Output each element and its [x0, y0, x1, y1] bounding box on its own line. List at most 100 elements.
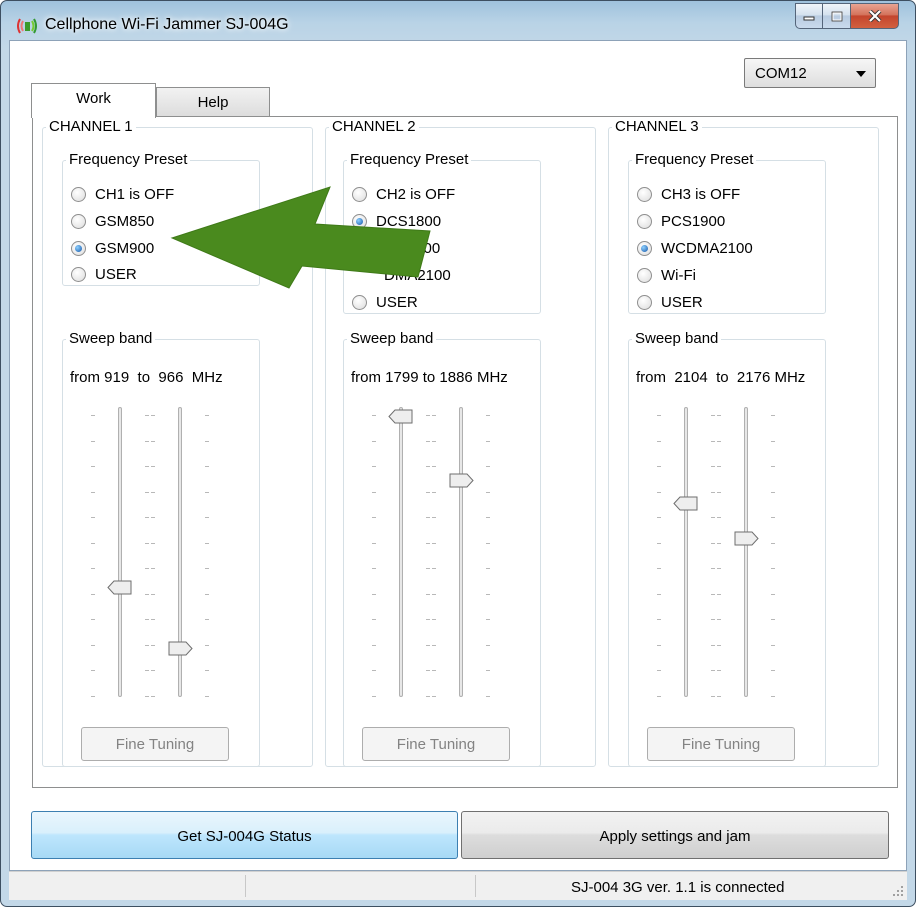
- slider-tick: [711, 695, 715, 697]
- high-freq-slider-thumb[interactable]: [167, 641, 193, 656]
- from-label: from: [351, 369, 381, 386]
- slider-tick: [711, 619, 715, 620]
- channel-1-range: from 919 to 966 MHz: [70, 369, 223, 386]
- slider-tick: [205, 466, 209, 467]
- maximize-button[interactable]: [823, 3, 851, 29]
- high-freq-slider-track[interactable]: [459, 407, 463, 697]
- slider-tick: [91, 670, 95, 671]
- slider-tick: [372, 440, 376, 442]
- slider-tick: [486, 644, 490, 646]
- slider-tick: [771, 695, 775, 697]
- slider-tick: [711, 491, 715, 493]
- window-controls: [795, 3, 899, 33]
- low-freq-slider-track[interactable]: [399, 407, 403, 697]
- slider-tick: [771, 466, 775, 467]
- slider-tick: [711, 670, 715, 671]
- low-freq-slider-thumb[interactable]: [673, 496, 699, 511]
- slider-tick: [151, 491, 155, 493]
- slider-tick: [426, 517, 430, 518]
- slider-tick: [717, 670, 721, 671]
- high-freq-slider-thumb[interactable]: [733, 531, 759, 546]
- slider-tick: [372, 670, 376, 671]
- slider-tick: [486, 542, 490, 544]
- channel-1-from-value: 919: [104, 369, 130, 386]
- channel-3-fine-tuning-button[interactable]: Fine Tuning: [647, 727, 795, 761]
- slider-tick: [426, 695, 430, 697]
- slider-tick: [432, 644, 436, 646]
- slider-tick: [145, 619, 149, 620]
- slider-tick: [717, 415, 721, 416]
- get-status-button[interactable]: Get SJ-004G Status: [31, 811, 458, 859]
- slider-tick: [657, 568, 661, 569]
- slider-tick: [91, 440, 95, 442]
- slider-tick: [486, 619, 490, 620]
- slider-tick: [151, 619, 155, 620]
- slider-tick: [91, 542, 95, 544]
- low-freq-slider-thumb[interactable]: [388, 409, 414, 424]
- slider-tick: [432, 440, 436, 442]
- low-freq-slider-thumb[interactable]: [107, 580, 133, 595]
- slider-tick: [372, 466, 376, 467]
- slider-tick: [205, 670, 209, 671]
- minimize-button[interactable]: [795, 3, 823, 29]
- slider-tick: [717, 644, 721, 646]
- channel-1-fine-tuning-button[interactable]: Fine Tuning: [81, 727, 229, 761]
- slider-tick: [145, 670, 149, 671]
- slider-tick: [205, 542, 209, 544]
- slider-tick: [151, 593, 155, 595]
- slider-tick: [486, 491, 490, 493]
- low-freq-slider-track[interactable]: [118, 407, 122, 697]
- slider-tick: [91, 568, 95, 569]
- green-arrow-annotation: [170, 186, 431, 289]
- slider-tick: [711, 466, 715, 467]
- slider-tick: [657, 440, 661, 442]
- low-freq-slider-track[interactable]: [684, 407, 688, 697]
- close-button[interactable]: [851, 3, 899, 29]
- to-label: to: [716, 369, 729, 386]
- channel-1-sweep-group: Sweep band from 919 to 966 MHz Fine Tuni…: [62, 331, 260, 767]
- slider-tick: [91, 491, 95, 493]
- slider-tick: [151, 542, 155, 544]
- slider-tick: [717, 491, 721, 493]
- channel-3-range: from 2104 to 2176 MHz: [636, 369, 805, 386]
- slider-tick: [771, 440, 775, 442]
- apply-and-jam-button[interactable]: Apply settings and jam: [461, 811, 889, 859]
- slider-tick: [426, 593, 430, 595]
- slider-tick: [657, 593, 661, 595]
- high-freq-slider-track[interactable]: [744, 407, 748, 697]
- status-separator: [475, 875, 476, 897]
- slider-tick: [711, 517, 715, 518]
- slider-tick: [145, 695, 149, 697]
- channel-2-fine-tuning-button[interactable]: Fine Tuning: [362, 727, 510, 761]
- slider-tick: [205, 593, 209, 595]
- slider-tick: [91, 619, 95, 620]
- slider-tick: [372, 542, 376, 544]
- slider-tick: [145, 568, 149, 569]
- slider-tick: [145, 415, 149, 416]
- slider-tick: [432, 415, 436, 416]
- arrow-icon: [170, 186, 431, 289]
- high-freq-slider-thumb[interactable]: [448, 473, 474, 488]
- slider-tick: [657, 517, 661, 518]
- slider-tick: [711, 644, 715, 646]
- channel-1-to-value: 966: [158, 369, 184, 386]
- slider-tick: [657, 695, 661, 697]
- slider-tick: [657, 619, 661, 620]
- unit-label: MHz: [191, 369, 223, 386]
- slider-tick: [717, 542, 721, 544]
- unit-label: MHz: [476, 369, 508, 386]
- unit-label: MHz: [774, 369, 806, 386]
- maximize-icon: [831, 11, 842, 21]
- slider-tick: [771, 491, 775, 493]
- slider-tick: [426, 466, 430, 467]
- slider-tick: [432, 542, 436, 544]
- slider-tick: [486, 593, 490, 595]
- client-area: COM12 Work Help CHANNEL 1 Frequency Pres…: [9, 40, 907, 871]
- slider-tick: [372, 415, 376, 416]
- slider-tick: [711, 593, 715, 595]
- slider-tick: [432, 670, 436, 671]
- slider-tick: [372, 568, 376, 569]
- resize-grip-icon[interactable]: [892, 885, 904, 897]
- slider-tick: [717, 695, 721, 697]
- slider-tick: [717, 466, 721, 467]
